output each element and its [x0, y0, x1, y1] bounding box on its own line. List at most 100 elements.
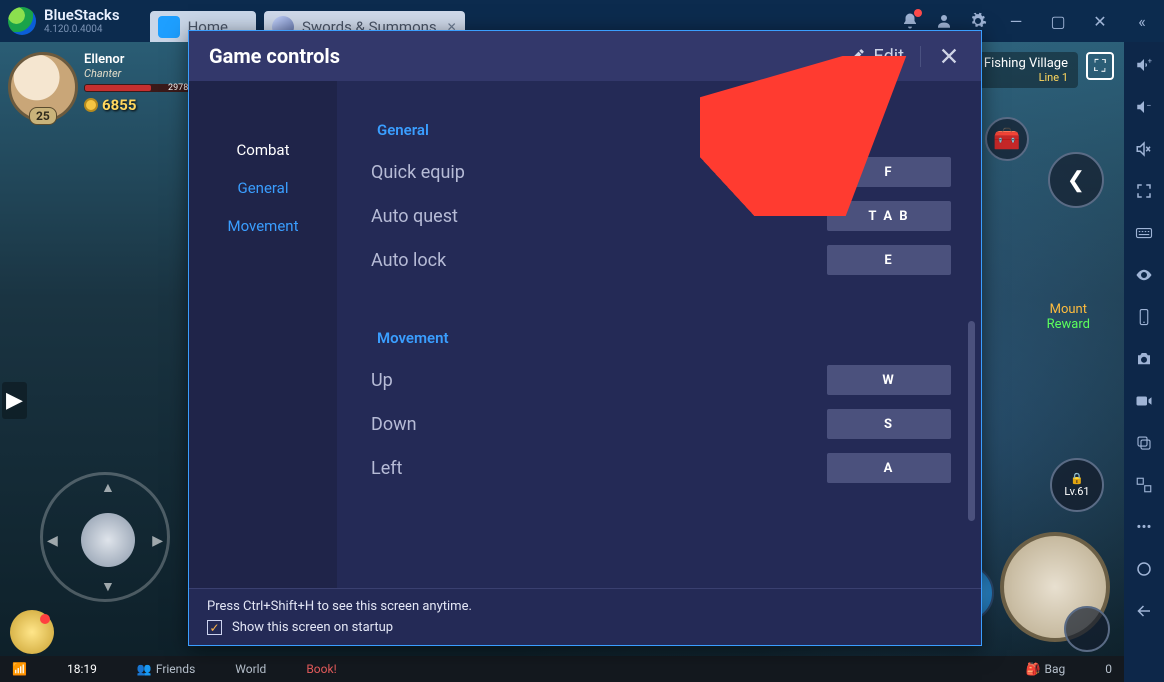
location-panel[interactable]: Fishing Village Line 1 [974, 52, 1078, 88]
notifications-icon[interactable] [900, 11, 920, 31]
svg-text:+: + [1148, 57, 1152, 66]
joystick-left: ◀ [47, 533, 58, 549]
label-auto-lock: Auto lock [371, 250, 827, 271]
close-modal-button[interactable] [937, 44, 961, 68]
modal-actions: Edit [848, 44, 961, 68]
app-version: 4.120.0.4004 [44, 25, 120, 35]
section-movement-title: Movement [377, 329, 951, 347]
edit-button[interactable]: Edit [848, 46, 921, 67]
checkbox-icon[interactable]: ✓ [207, 620, 222, 635]
lock-icon: 🔒 [1070, 472, 1084, 485]
footer-hint: Press Ctrl+Shift+H to see this screen an… [207, 599, 963, 614]
hud-joystick: ▲ ▼ ◀ ▶ [40, 472, 170, 602]
record-icon[interactable] [1131, 392, 1157, 410]
checkbox-label: Show this screen on startup [232, 620, 393, 635]
label-up: Up [371, 370, 827, 391]
key-quick-equip[interactable]: F [827, 157, 951, 187]
modal-body: Combat General Movement General Quick eq… [189, 81, 981, 588]
row-left: Left A [371, 453, 951, 483]
lock-level-text: Lv.61 [1064, 485, 1089, 498]
bottom-friends[interactable]: 👥Friends [137, 662, 195, 676]
row-quick-equip: Quick equip F [371, 157, 951, 187]
circle-icon[interactable] [1131, 560, 1157, 578]
titlebar-right: — ▢ ✕ « [900, 11, 1156, 31]
player-name: Ellenor [84, 52, 194, 67]
hud-main-skill [1000, 532, 1110, 642]
locked-skill[interactable]: 🔒 Lv.61 [1050, 458, 1104, 512]
player-avatar[interactable]: 25 [8, 52, 78, 122]
treasure-button[interactable]: 🧰 [985, 117, 1029, 161]
modal-footer: Press Ctrl+Shift+H to see this screen an… [189, 588, 981, 645]
modal-title: Game controls [209, 44, 340, 68]
eye-icon[interactable] [1131, 266, 1157, 284]
camera-icon[interactable] [1131, 350, 1157, 368]
close-window-button[interactable]: ✕ [1086, 12, 1114, 31]
app-title: BlueStacks 4.120.0.4004 [44, 8, 120, 35]
game-controls-modal: Game controls Edit Combat General Moveme… [188, 30, 982, 646]
volume-down-icon[interactable]: − [1131, 98, 1157, 116]
svg-text:−: − [1146, 102, 1151, 112]
minimize-button[interactable]: — [1002, 12, 1030, 31]
label-auto-quest: Auto quest [371, 206, 827, 227]
label-quick-equip: Quick equip [371, 162, 827, 183]
volume-up-icon[interactable]: + [1131, 56, 1157, 74]
expand-map-icon[interactable]: ⛶ [1086, 52, 1114, 80]
coin-icon [84, 98, 98, 112]
pencil-icon [848, 47, 866, 65]
maximize-button[interactable]: ▢ [1044, 12, 1072, 31]
wifi-indicator: 📶 [12, 662, 27, 676]
joystick-down: ▼ [101, 578, 115, 595]
player-class: Chanter [84, 67, 194, 80]
coin-value: 6855 [102, 96, 136, 114]
nav-movement[interactable]: Movement [189, 207, 337, 245]
scrollbar[interactable] [968, 321, 975, 521]
fullscreen-icon[interactable] [1131, 182, 1157, 200]
startup-checkbox-row[interactable]: ✓ Show this screen on startup [207, 620, 963, 635]
mobile-icon[interactable] [1131, 308, 1157, 326]
currency: 6855 [84, 96, 194, 114]
clock: 18:19 [67, 662, 97, 676]
modal-header: Game controls Edit [189, 31, 981, 81]
row-down: Down S [371, 409, 951, 439]
bottom-book[interactable]: Book! [306, 662, 336, 676]
joystick-right: ▶ [152, 533, 163, 549]
key-left[interactable]: A [827, 453, 951, 483]
location-line: Line 1 [984, 71, 1068, 84]
account-icon[interactable] [934, 11, 954, 31]
virtual-joystick[interactable]: ▲ ▼ ◀ ▶ [40, 472, 170, 602]
aim-button[interactable] [1064, 606, 1110, 652]
modal-nav: Combat General Movement [189, 81, 337, 588]
key-auto-lock[interactable]: E [827, 245, 951, 275]
attack-button[interactable] [1000, 532, 1110, 642]
back-icon[interactable] [1131, 602, 1157, 620]
more-icon[interactable]: ••• [1131, 518, 1157, 536]
copy-icon[interactable] [1131, 434, 1157, 452]
nav-combat[interactable]: Combat [189, 131, 337, 169]
section-general-title: General [377, 121, 951, 139]
joystick-up: ▲ [101, 479, 115, 496]
app-name: BlueStacks [44, 8, 120, 23]
collapse-sidebar-button[interactable]: « [1128, 12, 1156, 31]
volume-mute-icon[interactable] [1131, 140, 1157, 158]
row-up: Up W [371, 365, 951, 395]
bottom-world[interactable]: World [235, 662, 266, 676]
back-arrow-button[interactable]: ❮ [1048, 152, 1104, 208]
home-icon [158, 16, 180, 38]
bottom-bag[interactable]: 🎒Bag [1026, 662, 1066, 676]
gear-icon[interactable] [968, 11, 988, 31]
label-down: Down [371, 414, 827, 435]
chat-button[interactable] [10, 610, 54, 654]
notification-dot [914, 9, 922, 17]
nav-general[interactable]: General [189, 169, 337, 207]
key-up[interactable]: W [827, 365, 951, 395]
collapse-left-icon[interactable]: ▶ [2, 382, 27, 419]
key-auto-quest[interactable]: T A B [827, 201, 951, 231]
hud-player-panel: 25 Ellenor Chanter 2978/ 6855 [8, 52, 194, 122]
key-down[interactable]: S [827, 409, 951, 439]
multi-instance-icon[interactable] [1131, 476, 1157, 494]
modal-content: General Quick equip F Auto quest T A B A… [337, 81, 981, 588]
bluestacks-logo [8, 7, 36, 35]
keyboard-icon[interactable] [1131, 224, 1157, 242]
mount-reward-label[interactable]: Mount Reward [1047, 302, 1090, 332]
row-auto-lock: Auto lock E [371, 245, 951, 275]
